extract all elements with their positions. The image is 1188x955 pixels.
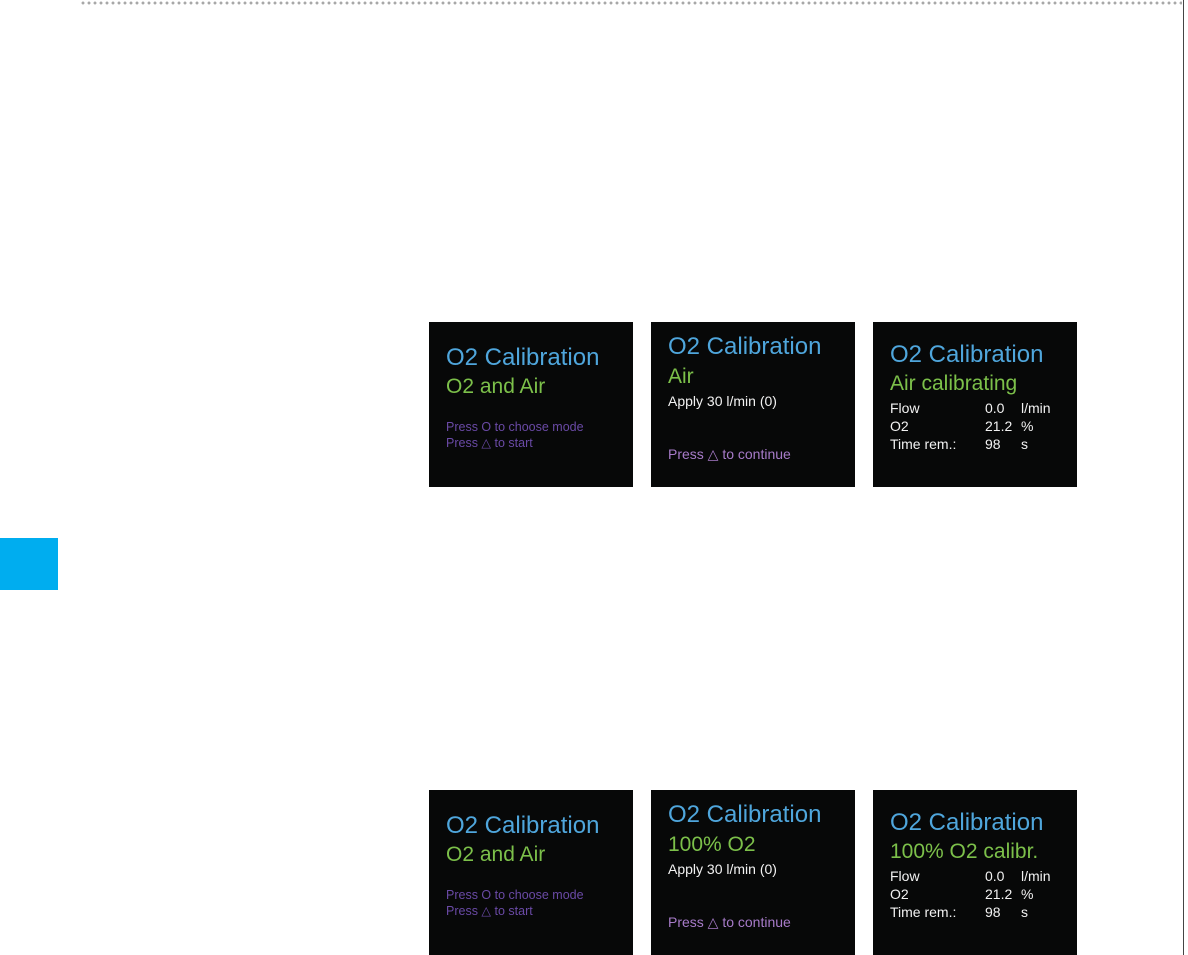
screen-title: O2 Calibration — [890, 809, 1044, 836]
screen-o2-calibrating: O2 Calibration 100% O2 calibr. Flow 0.0 … — [873, 790, 1077, 955]
screen-air-calibrating: O2 Calibration Air calibrating Flow 0.0 … — [873, 322, 1077, 487]
measurement-unit: % — [1021, 886, 1034, 902]
calibration-mode: O2 and Air — [446, 375, 546, 398]
calibration-mode: O2 and Air — [446, 843, 546, 866]
hint-choose-mode: Press O to choose mode — [446, 420, 584, 434]
apply-instruction: Apply 30 l/min (0) — [668, 393, 777, 409]
measurement-row-time: Time rem.: 98 s — [890, 903, 1051, 921]
measurement-unit: l/min — [1021, 868, 1051, 884]
chapter-tab — [0, 538, 58, 590]
measurement-value: 21.2 — [985, 886, 1013, 902]
measurement-label: Time rem.: — [890, 904, 957, 920]
screen-title: O2 Calibration — [890, 341, 1044, 368]
hint-start: Press △ to start — [446, 436, 533, 450]
measurement-label: O2 — [890, 886, 909, 902]
calibration-mode: Air calibrating — [890, 372, 1018, 395]
screen-title: O2 Calibration — [668, 333, 822, 360]
measurement-row-flow: Flow 0.0 l/min — [890, 867, 1051, 885]
measurement-row-flow: Flow 0.0 l/min — [890, 399, 1051, 417]
measurement-unit: s — [1021, 904, 1028, 920]
calibration-mode: 100% O2 — [668, 833, 756, 856]
measurement-value: 0.0 — [985, 868, 1005, 884]
measurement-row-o2: O2 21.2 % — [890, 417, 1051, 435]
screen-title: O2 Calibration — [446, 344, 600, 371]
measurement-row-o2: O2 21.2 % — [890, 885, 1051, 903]
hint-choose-mode: Press O to choose mode — [446, 888, 584, 902]
right-margin-line — [1183, 0, 1184, 955]
continue-instruction: Press △ to continue — [668, 446, 791, 462]
screen-title: O2 Calibration — [668, 801, 822, 828]
continue-instruction: Press △ to continue — [668, 914, 791, 930]
screen-air-select: O2 Calibration O2 and Air Press O to cho… — [429, 322, 633, 487]
screen-o2-select: O2 Calibration O2 and Air Press O to cho… — [429, 790, 633, 955]
measurement-unit: % — [1021, 418, 1034, 434]
measurement-label: O2 — [890, 418, 909, 434]
measurement-table: Flow 0.0 l/min O2 21.2 % Time rem.: 98 s — [890, 399, 1051, 453]
calibration-mode: 100% O2 calibr. — [890, 840, 1039, 863]
apply-instruction: Apply 30 l/min (0) — [668, 861, 777, 877]
measurement-value: 21.2 — [985, 418, 1013, 434]
header-dotted-rule — [80, 0, 1182, 6]
measurement-table: Flow 0.0 l/min O2 21.2 % Time rem.: 98 s — [890, 867, 1051, 921]
measurement-unit: l/min — [1021, 400, 1051, 416]
measurement-label: Flow — [890, 400, 920, 416]
measurement-row-time: Time rem.: 98 s — [890, 435, 1051, 453]
hint-start: Press △ to start — [446, 904, 533, 918]
screen-title: O2 Calibration — [446, 812, 600, 839]
measurement-label: Flow — [890, 868, 920, 884]
screen-o2-apply: O2 Calibration 100% O2 Apply 30 l/min (0… — [651, 790, 855, 955]
measurement-value: 98 — [985, 436, 1001, 452]
measurement-label: Time rem.: — [890, 436, 957, 452]
measurement-value: 98 — [985, 904, 1001, 920]
measurement-value: 0.0 — [985, 400, 1005, 416]
measurement-unit: s — [1021, 436, 1028, 452]
calibration-mode: Air — [668, 365, 694, 388]
screen-air-apply: O2 Calibration Air Apply 30 l/min (0) Pr… — [651, 322, 855, 487]
